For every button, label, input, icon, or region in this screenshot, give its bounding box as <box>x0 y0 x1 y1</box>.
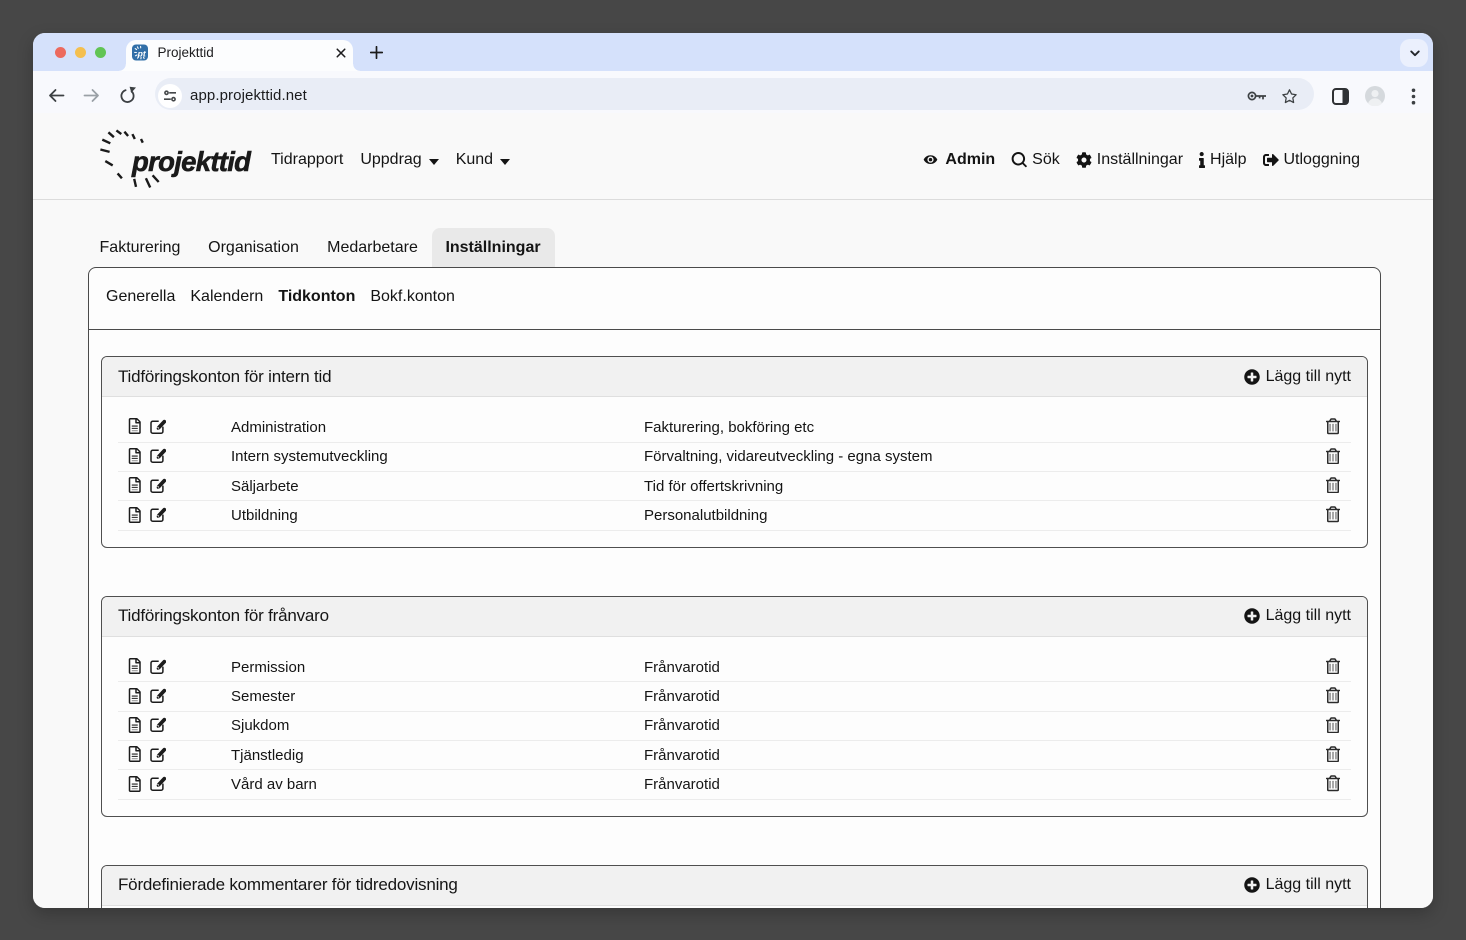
svg-text:projekttid: projekttid <box>131 146 252 177</box>
